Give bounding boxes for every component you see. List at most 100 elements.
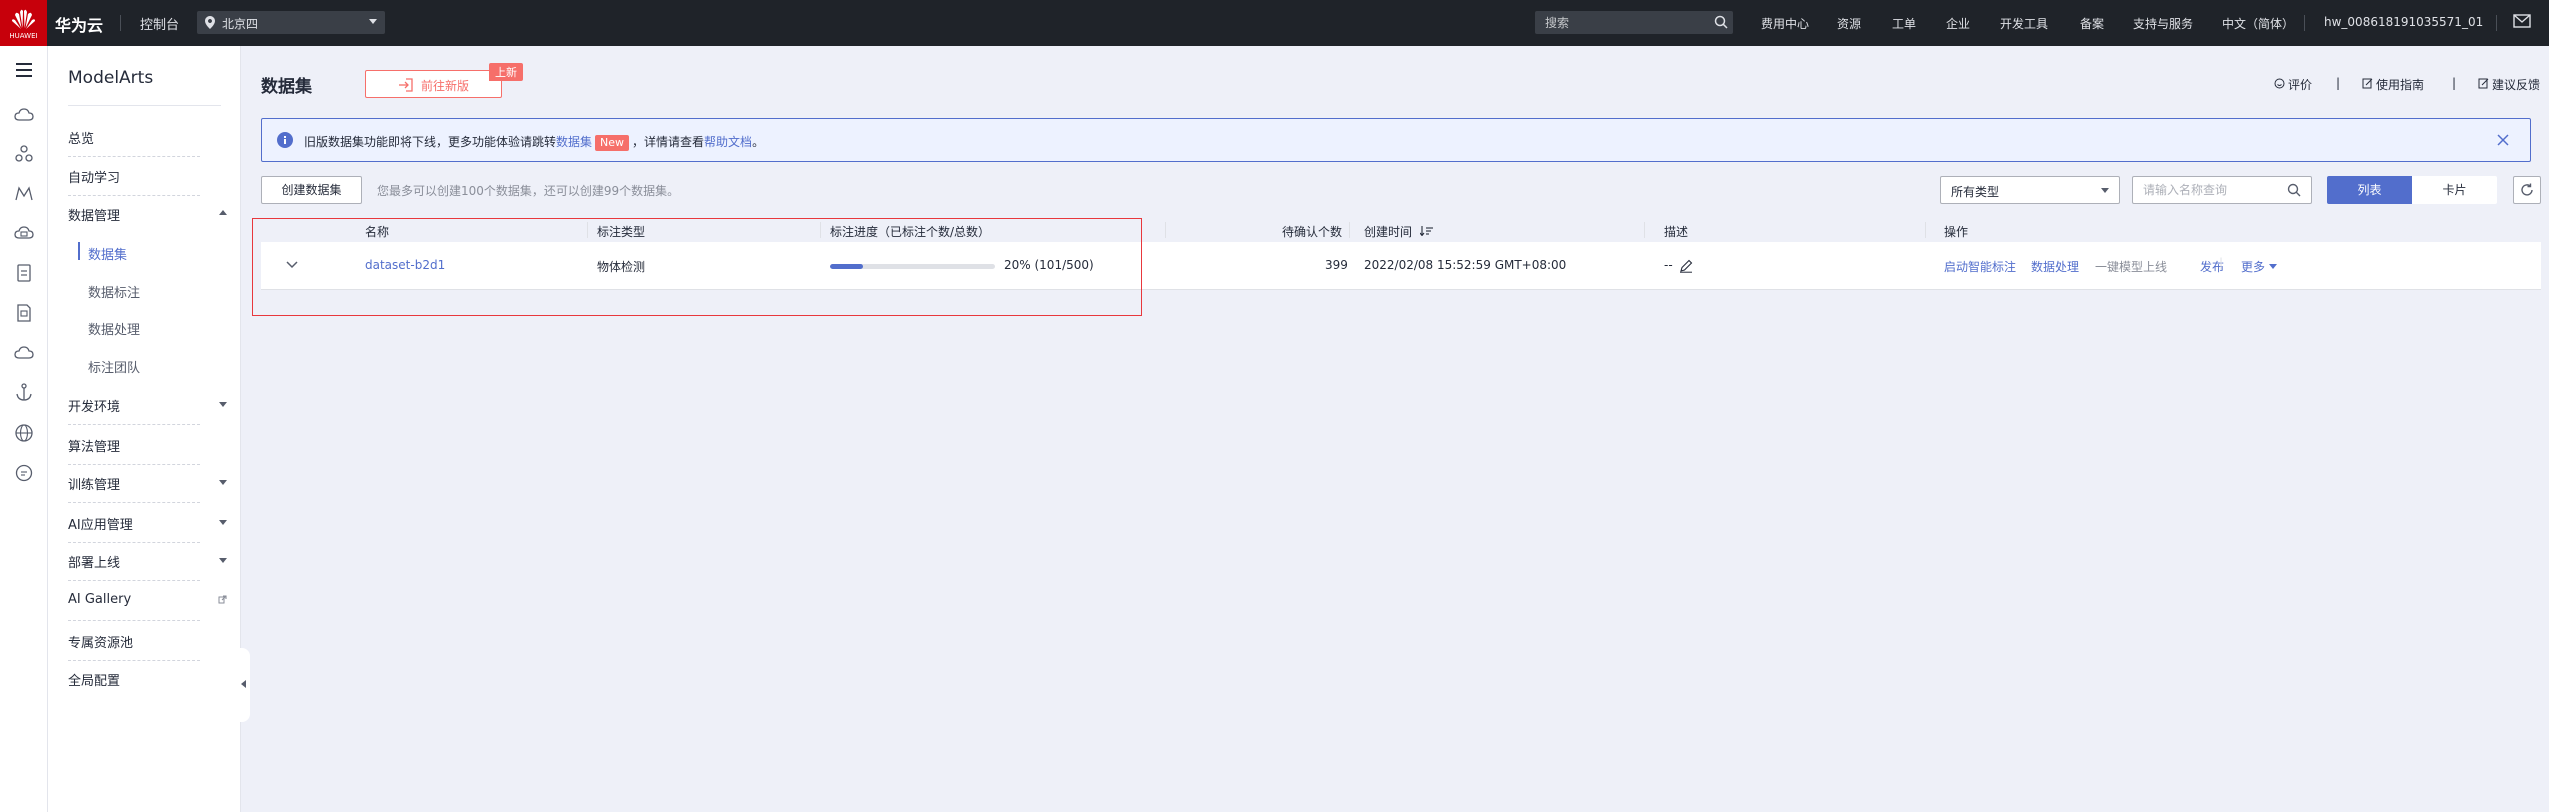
cloud-icon[interactable] [13,104,35,126]
sidebar-item-ai-apps[interactable]: AI应用管理 [68,514,133,533]
search-icon[interactable] [2287,183,2301,197]
sidebar-item-datasets[interactable]: 数据集 [88,244,127,263]
nav-support[interactable]: 支持与服务 [2133,15,2193,32]
notice-dataset-link[interactable]: 数据集 [556,135,592,149]
sidebar-item-deployment[interactable]: 部署上线 [68,552,120,571]
column-divider [587,222,588,238]
sidebar-item-dedicated-pools[interactable]: 专属资源池 [68,632,133,651]
service-icon-rail [0,46,48,812]
language-selector[interactable]: 中文（简体） [2222,15,2294,32]
close-icon[interactable] [2496,133,2510,147]
sidebar-item-global-config[interactable]: 全局配置 [68,670,120,689]
list-view-button[interactable]: 列表 [2327,176,2412,204]
table-header: 名称 标注类型 标注进度（已标注个数/总数） 待确认个数 创建时间 描述 操作 [261,218,2541,242]
nav-enterprise[interactable]: 企业 [1946,15,1970,32]
name-search-input[interactable] [2132,176,2312,204]
globe-icon[interactable] [13,422,35,444]
guide-icon[interactable] [2362,78,2373,89]
label-progress-fill [830,264,863,269]
mail-icon[interactable] [2513,14,2531,28]
divider [68,105,221,106]
region-selector[interactable]: 北京四 [197,11,385,34]
brand-name[interactable]: 华为云 [55,12,103,36]
divider [68,542,200,543]
feedback-link[interactable]: 建议反馈 [2492,76,2540,93]
chevron-down-icon[interactable] [285,260,299,270]
create-dataset-button[interactable]: 创建数据集 [261,176,362,204]
sort-icon[interactable] [1420,226,1434,236]
chevron-down-icon[interactable] [219,480,227,485]
nodes-icon[interactable] [13,143,35,165]
column-divider [1925,222,1926,238]
nav-filing[interactable]: 备案 [2080,15,2104,32]
rating-icon[interactable] [2274,78,2285,89]
sidebar-item-auto-learning[interactable]: 自动学习 [68,167,120,186]
sidebar-item-ai-gallery[interactable]: AI Gallery [68,592,131,607]
divider: | [2336,76,2341,90]
chevron-down-icon[interactable] [219,558,227,563]
console-link[interactable]: 控制台 [140,14,179,33]
column-header-description: 描述 [1664,225,1689,239]
user-account[interactable]: hw_008618191035571_01 [2324,15,2483,29]
sidebar-item-algorithms[interactable]: 算法管理 [68,436,120,455]
active-indicator [78,242,80,260]
table-row: dataset-b2d1 物体检测 20% (101/500) 399 2022… [261,242,2541,290]
sidebar-item-overview[interactable]: 总览 [68,128,94,147]
global-search-input[interactable] [1535,11,1733,34]
document-icon[interactable] [13,302,35,324]
divider: | [2452,76,2457,90]
anchor-icon[interactable] [13,382,35,404]
chat-icon[interactable] [13,462,35,484]
user-guide-link[interactable]: 使用指南 [2376,76,2424,93]
sidebar-item-training[interactable]: 训练管理 [68,474,120,493]
refresh-icon [2521,183,2533,196]
chevron-up-icon[interactable] [219,210,227,215]
chevron-down-icon[interactable] [219,520,227,525]
nav-tickets[interactable]: 工单 [1892,15,1916,32]
divider [2496,15,2497,31]
divider [120,15,121,31]
rate-link[interactable]: 评价 [2288,76,2312,93]
huawei-logo[interactable]: HUAWEI [0,0,47,46]
column-header-label-type: 标注类型 [597,225,646,239]
column-divider [1349,222,1350,238]
menu-icon[interactable] [13,59,35,81]
refresh-button[interactable] [2513,176,2541,204]
clipboard-icon[interactable] [13,262,35,284]
go-new-version-button[interactable]: 前往新版 [365,70,502,98]
notice-help-doc-link[interactable]: 帮助文档 [704,135,752,149]
start-smart-labeling-link[interactable]: 启动智能标注 [1944,258,2016,275]
card-view-button[interactable]: 卡片 [2412,176,2497,204]
notice-new-badge: New [595,135,630,151]
sidebar-item-dev-env[interactable]: 开发环境 [68,396,120,415]
cloud-outline-icon[interactable] [13,342,35,364]
chevron-down-icon [2101,188,2109,193]
search-icon[interactable] [1714,15,1728,29]
divider: | [2219,256,2224,270]
chevron-down-icon [369,19,377,24]
sidebar-item-data-management[interactable]: 数据管理 [68,205,120,224]
more-actions-link[interactable]: 更多 [2241,258,2265,275]
sidebar-item-data-labeling[interactable]: 数据标注 [88,282,140,301]
edit-icon[interactable] [1679,259,1693,273]
nav-resources[interactable]: 资源 [1837,15,1861,32]
sidebar-item-labeling-teams[interactable]: 标注团队 [88,357,140,376]
type-filter-select[interactable]: 所有类型 [1940,176,2120,204]
column-divider [820,222,821,238]
chevron-down-icon[interactable] [219,402,227,407]
notice-text: 旧版数据集功能即将下线，更多功能体验请跳转数据集 New ，详情请查看帮助文档。 [304,133,764,151]
sidebar-item-data-processing[interactable]: 数据处理 [88,319,140,338]
divider [68,464,200,465]
data-processing-link[interactable]: 数据处理 [2031,258,2079,275]
nav-dev-tools[interactable]: 开发工具 [2000,15,2048,32]
nav-billing[interactable]: 费用中心 [1761,15,1809,32]
dataset-name-link[interactable]: dataset-b2d1 [365,258,445,272]
column-header-created: 创建时间 [1364,225,1413,239]
feedback-icon[interactable] [2478,78,2489,89]
description-cell: -- [1664,258,1673,272]
cube-cloud-icon[interactable] [13,222,35,244]
top-bar: HUAWEI 华为云 控制台 北京四 费用中心 资源 工单 企业 开发工具 备案… [0,0,2549,46]
external-link-icon[interactable] [218,594,228,604]
column-header-name: 名称 [365,225,390,239]
route-icon[interactable] [13,182,35,204]
